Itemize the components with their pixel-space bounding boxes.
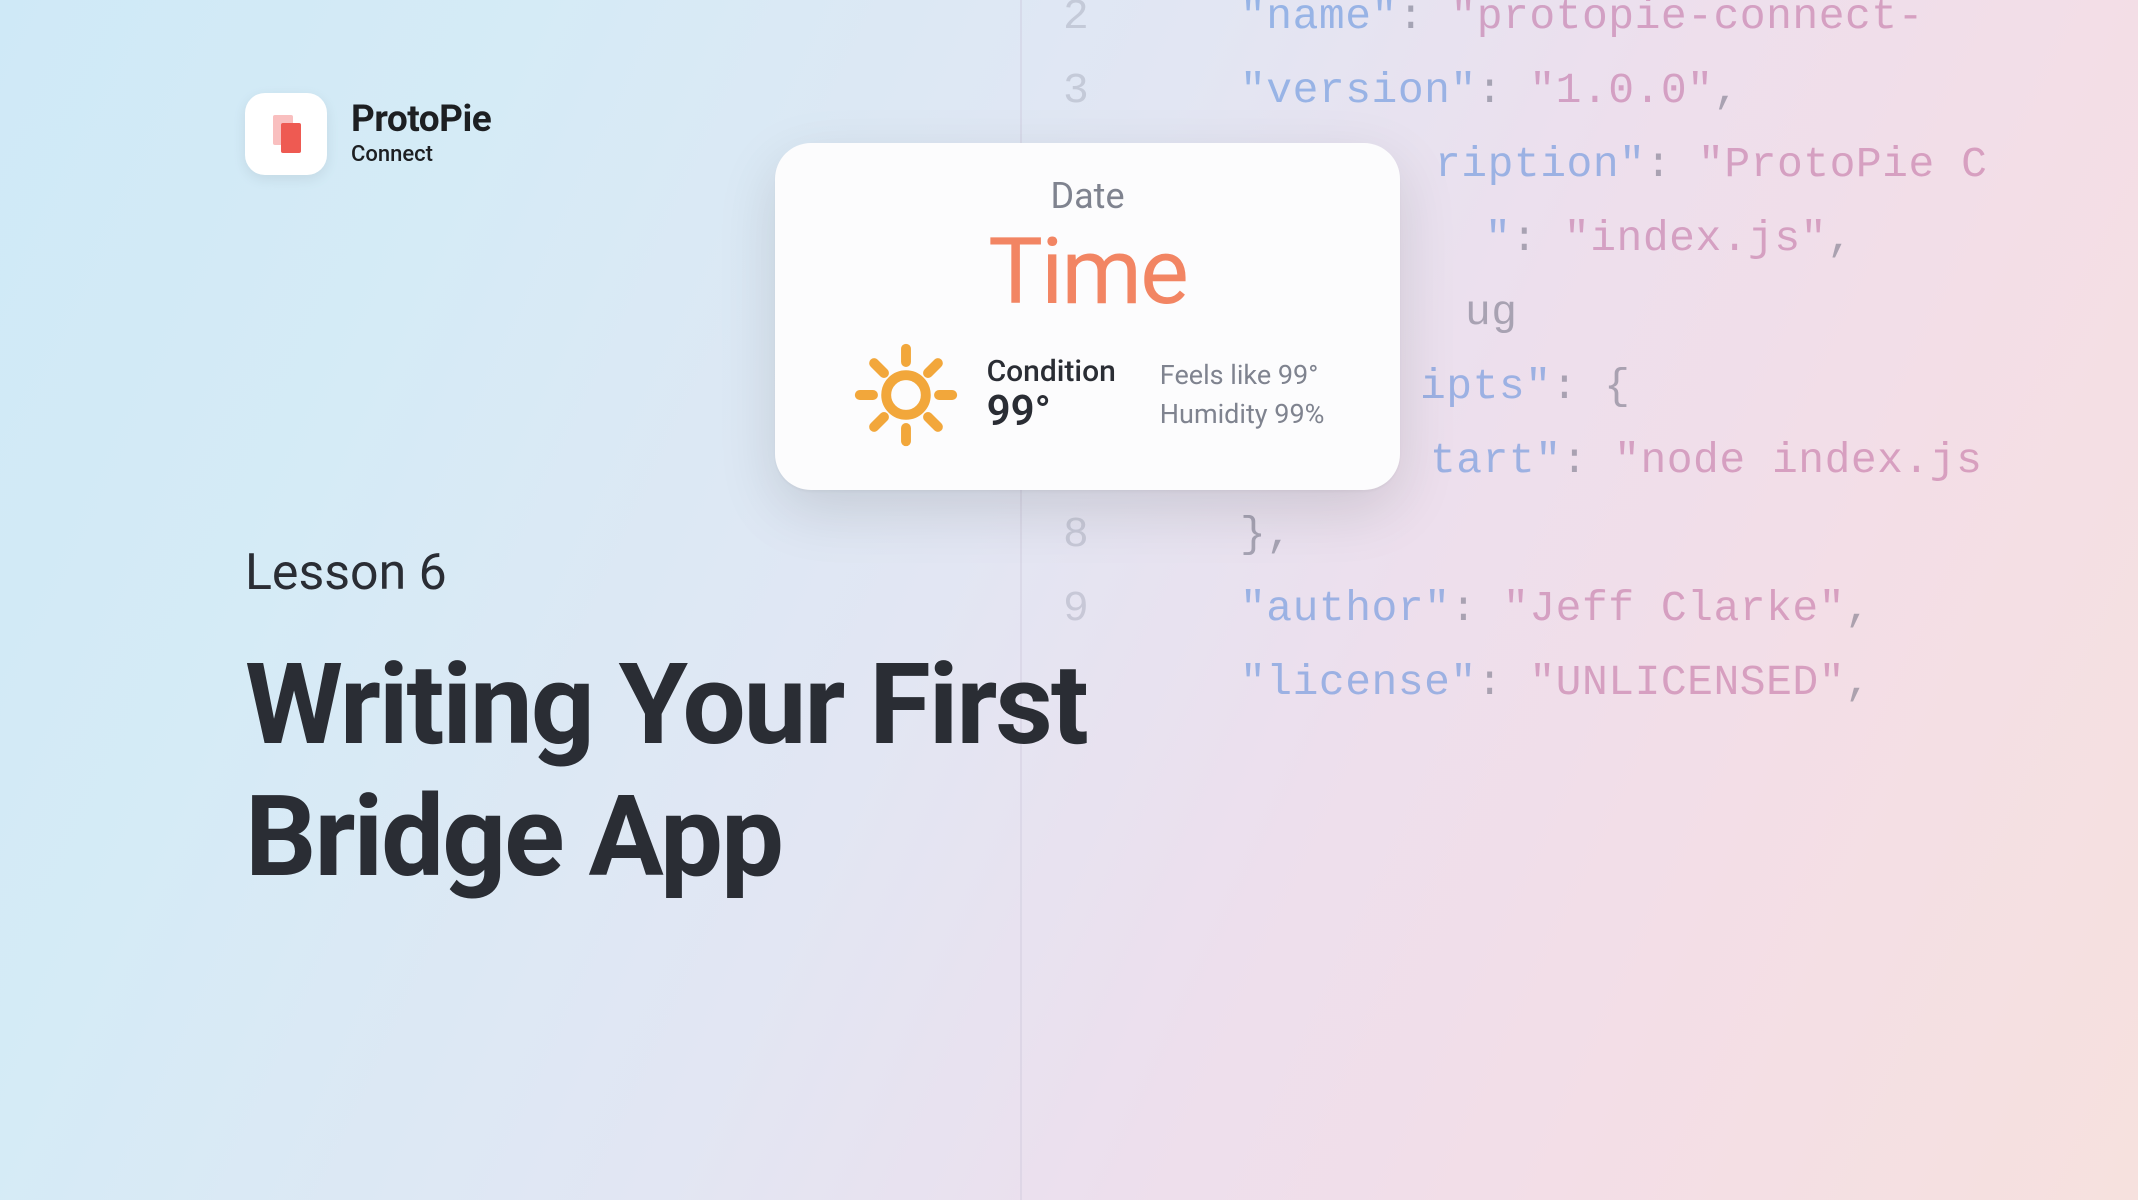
code-line: 8 },: [1045, 510, 1987, 584]
code-punct: :: [1477, 66, 1530, 115]
code-punct: ,: [1845, 658, 1871, 707]
code-string: "Jeff Clarke": [1503, 584, 1845, 633]
code-key: ": [1485, 214, 1511, 263]
logo-text: ProtoPie Connect: [351, 101, 491, 167]
lesson-thumbnail: 2 "name": "protopie-connect- 3 "version"…: [0, 0, 2138, 1200]
code-string: "node index.js: [1614, 436, 1982, 485]
code-string: "protopie-connect-: [1450, 0, 1923, 41]
code-fragment: ug: [1465, 288, 1518, 337]
code-line: 9 "author": "Jeff Clarke",: [1045, 584, 1987, 658]
code-line: "license": "UNLICENSED",: [1045, 658, 1987, 732]
weather-time-label: Time: [815, 219, 1360, 326]
code-key: "author": [1240, 584, 1450, 633]
title-line-2: Bridge App: [245, 772, 782, 903]
humidity-text: Humidity 99%: [1160, 395, 1325, 434]
temperature-value: 99°: [987, 387, 1116, 436]
code-punct: :: [1398, 0, 1451, 41]
code-key: tart": [1430, 436, 1562, 485]
lesson-number-label: Lesson 6: [245, 544, 447, 602]
code-line: 3 "version": "1.0.0",: [1045, 66, 1987, 140]
code-key: ipts": [1420, 362, 1552, 411]
code-key: "version": [1240, 66, 1477, 115]
code-punct: :: [1562, 436, 1615, 485]
weather-condition: Condition 99°: [987, 354, 1116, 436]
code-brace: {: [1604, 362, 1630, 411]
weather-details-row: Condition 99° Feels like 99° Humidity 99…: [815, 340, 1360, 450]
line-number: 8: [1045, 510, 1130, 559]
code-punct: ,: [1827, 214, 1853, 263]
logo-subtitle: Connect: [351, 142, 491, 167]
code-string: "1.0.0": [1529, 66, 1713, 115]
code-punct: :: [1477, 658, 1530, 707]
code-punct: ,: [1845, 584, 1871, 633]
line-number: 2: [1045, 0, 1130, 41]
condition-label: Condition: [987, 354, 1116, 389]
code-string: "UNLICENSED": [1529, 658, 1845, 707]
title-line-1: Writing Your First: [245, 640, 1087, 771]
sun-icon: [851, 340, 961, 450]
logo-title: ProtoPie: [351, 101, 491, 138]
code-brace: },: [1240, 510, 1293, 559]
protopie-mark-icon: [261, 109, 311, 159]
code-punct: :: [1645, 140, 1698, 189]
code-key: ription": [1435, 140, 1645, 189]
code-key: "license": [1240, 658, 1477, 707]
code-punct: ,: [1714, 66, 1740, 115]
code-string: "index.js": [1564, 214, 1827, 263]
weather-widget-card: Date Time Condition 99°: [775, 143, 1400, 490]
line-number: 3: [1045, 66, 1130, 115]
protopie-logo-icon: [245, 93, 327, 175]
code-string: "ProtoPie C: [1698, 140, 1987, 189]
lesson-title: Writing Your First Bridge App: [245, 640, 1087, 904]
code-punct: :: [1450, 584, 1503, 633]
code-punct: :: [1511, 214, 1564, 263]
code-punct: :: [1552, 362, 1605, 411]
weather-extra: Feels like 99° Humidity 99%: [1160, 356, 1325, 434]
code-key: "name": [1240, 0, 1398, 41]
code-line: 2 "name": "protopie-connect-: [1045, 0, 1987, 66]
line-number: 9: [1045, 584, 1130, 633]
weather-date-label: Date: [815, 175, 1360, 217]
feels-like-text: Feels like 99°: [1160, 356, 1325, 395]
protopie-logo-block: ProtoPie Connect: [245, 93, 491, 175]
